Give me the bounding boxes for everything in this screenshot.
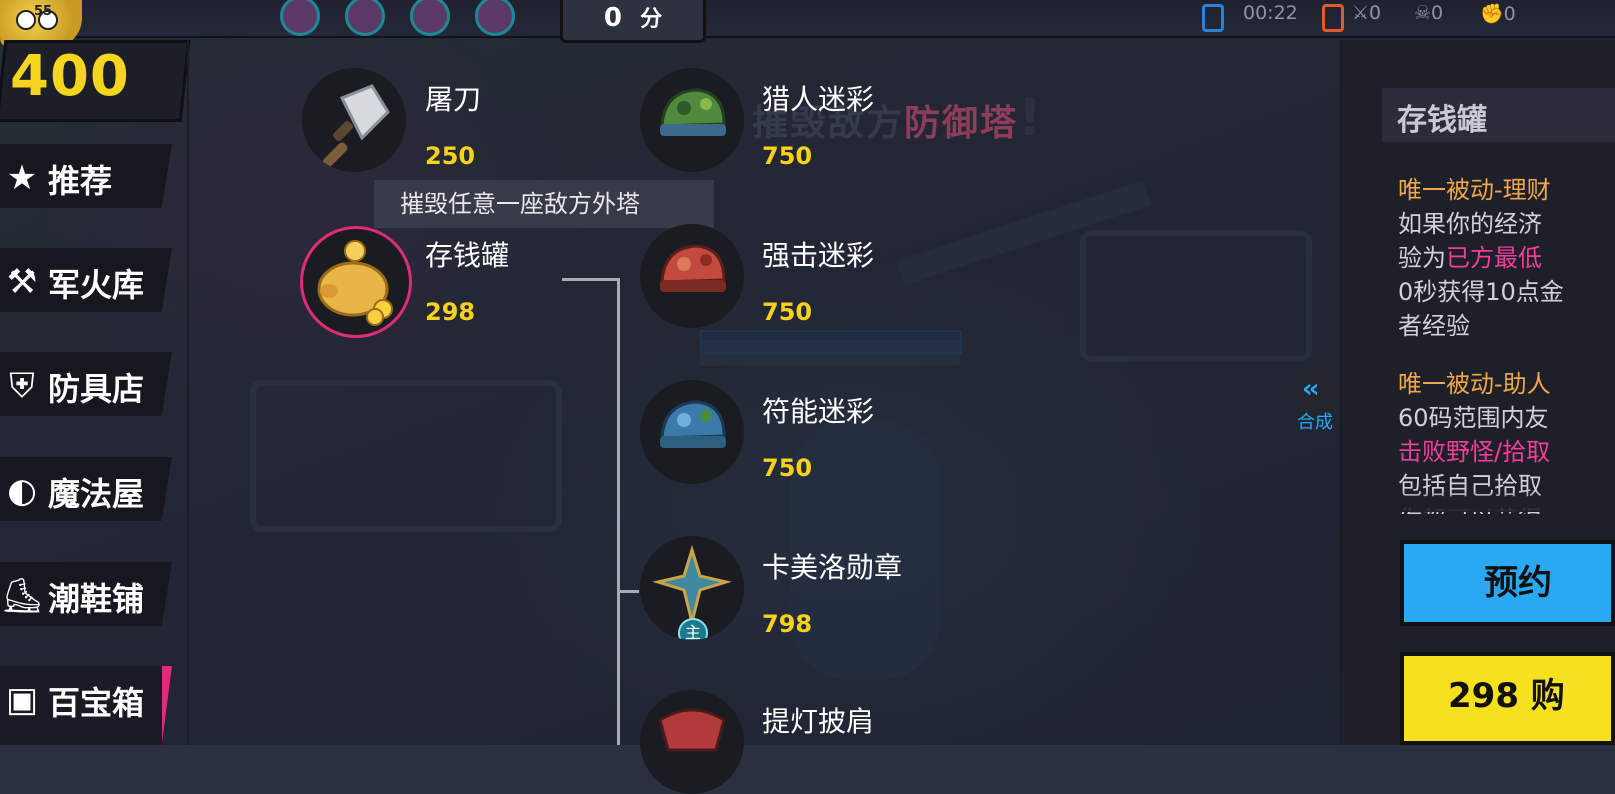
deaths-count: 0	[1431, 2, 1444, 24]
passive-1-text: 如果你的经济	[1398, 210, 1542, 238]
item-name: 强击迷彩	[762, 239, 875, 272]
category-magic-house[interactable]: ◐ 魔法屋	[0, 457, 172, 521]
shield-icon: ⛨	[9, 366, 35, 406]
item-name: 提灯披肩	[762, 705, 875, 738]
category-label: 魔法屋	[48, 475, 145, 513]
double-chevron-left-icon: ‹‹	[1302, 374, 1320, 404]
sword-icon: ⚔	[1352, 2, 1370, 24]
item-cleaver[interactable]	[302, 68, 406, 172]
hunter-camo-cap-icon	[660, 88, 726, 136]
cleaver-icon	[322, 84, 390, 168]
score-unit: 分	[640, 7, 663, 32]
shoe-icon: ⛸	[0, 576, 44, 616]
category-label: 百宝箱	[48, 684, 145, 722]
item-name: 猎人迷彩	[762, 83, 875, 116]
rune-camo-cap-icon	[660, 400, 726, 448]
ally-hero-portrait[interactable]	[345, 0, 385, 36]
item-name: 符能迷彩	[762, 395, 875, 428]
assist-icon: ✊	[1480, 3, 1504, 25]
ally-hero-portrait[interactable]	[410, 0, 450, 36]
item-name: 存钱罐	[425, 239, 510, 272]
category-label: 潮鞋铺	[48, 580, 145, 618]
item-strike-camo[interactable]	[640, 224, 744, 328]
passive-1-text: 者经验	[1398, 312, 1470, 340]
item-piggy-bank-selected[interactable]	[300, 226, 412, 338]
top-hud: 00:22 ⚔0 ☠0 ✊0	[0, 0, 1615, 38]
item-price: 798	[762, 610, 813, 638]
passive-1-title: 唯一被动-理财	[1398, 176, 1551, 204]
passive-1-highlight: 已方最低	[1446, 244, 1542, 272]
tree-connector	[562, 278, 620, 281]
buy-button[interactable]: 298 购	[1400, 652, 1615, 745]
reserve-button[interactable]: 预约	[1400, 540, 1615, 626]
red-team-score-icon	[1322, 4, 1344, 32]
kills-count: 0	[1369, 2, 1382, 24]
kills-stat: ⚔0	[1352, 2, 1381, 24]
hud-divider	[0, 36, 1615, 38]
ally-hero-portrait[interactable]	[475, 0, 515, 36]
skull-icon: ☠	[1414, 2, 1432, 24]
gold-amount: 400	[10, 44, 130, 109]
sidebar-divider	[187, 40, 189, 745]
lantern-shawl-icon	[658, 708, 726, 752]
item-price: 750	[762, 454, 813, 482]
ally-hero-portrait[interactable]	[280, 0, 320, 36]
category-arsenal[interactable]: ⚒ 军火库	[0, 248, 172, 312]
category-recommend[interactable]: ★ 推荐	[0, 144, 172, 208]
match-timer: 00:22	[1243, 2, 1298, 24]
banner-text-highlight: 防御塔	[904, 103, 1019, 144]
item-name: 屠刀	[425, 83, 482, 116]
passive-1-text: 0秒获得10点金	[1398, 278, 1564, 306]
item-name: 卡美洛勋章	[762, 551, 903, 584]
item-lantern-shawl[interactable]	[640, 690, 744, 794]
mascot-badge: 55	[34, 4, 53, 19]
passive-2-title: 唯一被动-助人	[1398, 370, 1551, 398]
item-price: 298	[425, 298, 476, 326]
passive-2-text: 60码范围内友	[1398, 404, 1549, 432]
passive-1-text-part: 验为	[1398, 244, 1446, 272]
item-hunter-camo[interactable]	[640, 68, 744, 172]
category-label: 军火库	[48, 266, 145, 304]
main-stat-badge: 主	[678, 618, 708, 640]
category-armor-shop[interactable]: ⛨ 防具店	[0, 352, 172, 416]
synthesis-label: 合成	[1297, 412, 1333, 433]
arsenal-icon: ⚒	[6, 262, 38, 302]
item-camelot-medal[interactable]: 主	[640, 536, 744, 640]
passive-2-highlight: 击败野怪/拾取	[1398, 438, 1551, 466]
description-fade	[1342, 490, 1615, 512]
item-price: 750	[762, 142, 813, 170]
category-shoe-shop[interactable]: ⛸ 潮鞋铺	[0, 562, 172, 626]
blue-team-score-icon	[1202, 4, 1224, 32]
score-value: 0	[603, 3, 622, 33]
item-price: 250	[425, 142, 476, 170]
tooltip: 摧毁任意一座敌方外塔	[374, 180, 714, 228]
score-display: 0 分	[560, 0, 706, 43]
item-price: 750	[762, 298, 813, 326]
passive-1-text: 验为已方最低	[1398, 238, 1542, 273]
tree-connector	[617, 590, 639, 593]
treasure-chest-icon: ▣	[5, 680, 39, 720]
deaths-stat: ☠0	[1414, 2, 1443, 24]
detail-title: 存钱罐	[1397, 103, 1487, 138]
mascot-eye	[16, 10, 36, 30]
category-label: 防具店	[48, 370, 145, 408]
category-treasure-chest[interactable]: ▣ 百宝箱	[0, 666, 172, 745]
assists-stat: ✊0	[1480, 2, 1516, 25]
tree-connector	[617, 278, 620, 745]
assists-count: 0	[1503, 3, 1516, 25]
category-label: 推荐	[48, 162, 113, 200]
banner-exclamation: !	[1018, 88, 1044, 148]
strike-camo-cap-icon	[660, 244, 726, 292]
item-rune-camo[interactable]	[640, 380, 744, 484]
piggy-bank-icon	[317, 240, 393, 326]
magic-orb-icon: ◐	[7, 471, 37, 511]
star-icon: ★	[6, 158, 38, 198]
